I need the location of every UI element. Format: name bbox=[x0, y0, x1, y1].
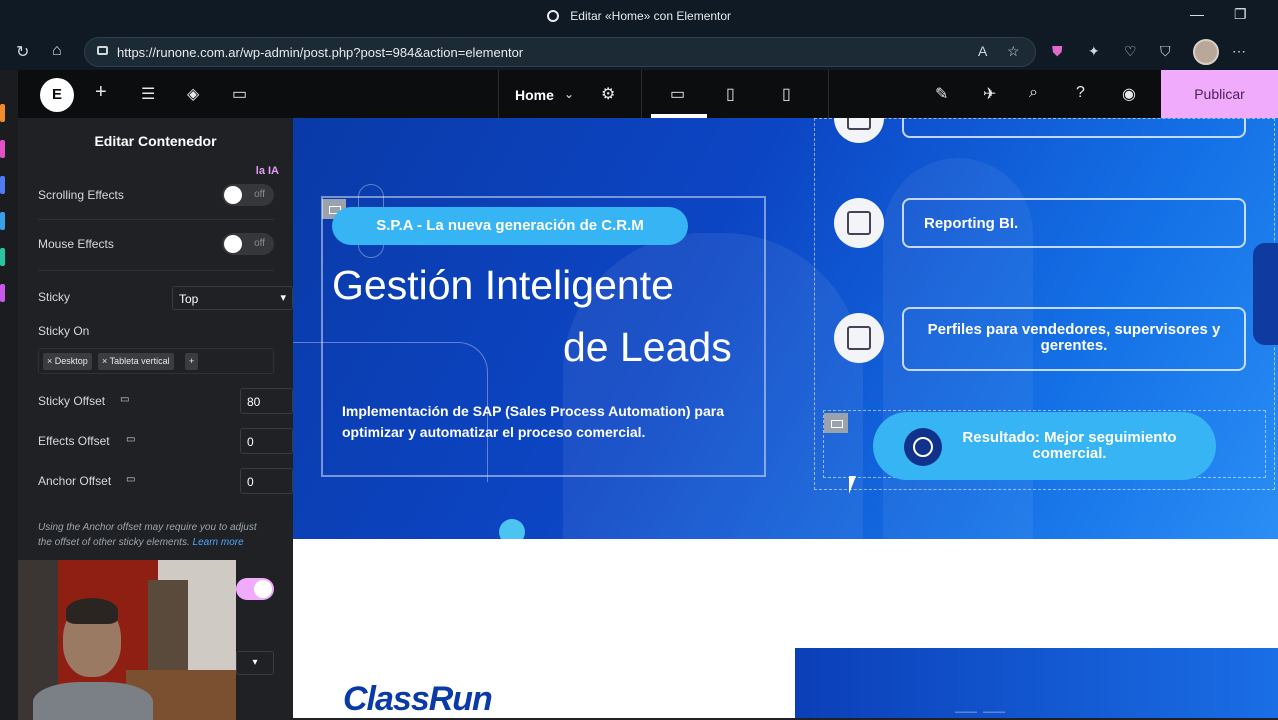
site-settings-icon[interactable]: ☰ bbox=[141, 84, 155, 104]
sticky-label: Sticky bbox=[38, 290, 71, 304]
effects-offset-input[interactable]: 0 bbox=[240, 428, 293, 454]
responsive-monitor-icon[interactable]: ▭ bbox=[126, 474, 135, 485]
editor-canvas[interactable]: S.P.A - La nueva generación de C.R.M Ges… bbox=[293, 118, 1278, 718]
sticky-on-row: Sticky On bbox=[38, 320, 274, 342]
more-menu-icon[interactable]: ⋯ bbox=[1232, 43, 1246, 60]
webcam-overlay bbox=[18, 560, 236, 720]
sticky-offset-input[interactable]: 80 bbox=[240, 388, 293, 414]
learn-more-link[interactable]: Learn more bbox=[193, 537, 244, 548]
effects-offset-row: Effects Offset ▭ 0 bbox=[38, 428, 293, 454]
settings-icon bbox=[847, 118, 871, 130]
classrun-logo: ClassRun bbox=[343, 680, 493, 718]
read-aloud-icon[interactable]: A bbox=[978, 43, 987, 59]
sticky-on-label: Sticky On bbox=[38, 324, 90, 338]
responsive-monitor-icon[interactable]: ▭ bbox=[120, 394, 129, 405]
publish-button[interactable]: Publicar bbox=[1161, 70, 1278, 118]
effects-offset-label: Effects Offset bbox=[38, 434, 110, 448]
sticky-offset-row: Sticky Offset ▭ 80 bbox=[38, 388, 293, 414]
feature-profiles[interactable]: Perfiles para vendedores, supervisores y… bbox=[902, 307, 1246, 371]
preview-eye-icon[interactable]: ◉ bbox=[1122, 84, 1136, 104]
heading-line-1[interactable]: Gestión Inteligente bbox=[332, 262, 674, 309]
desktop-edge bbox=[0, 70, 18, 720]
tagline-pill[interactable]: S.P.A - La nueva generación de C.R.M bbox=[332, 207, 688, 245]
mouse-effects-row: Mouse Effects off bbox=[38, 233, 274, 255]
feature-reporting-bi[interactable]: Reporting BI. bbox=[902, 198, 1246, 248]
reload-icon[interactable]: ↻ bbox=[16, 42, 29, 62]
caret-down-icon: ▾ bbox=[280, 292, 286, 304]
notifications-rocket-icon[interactable]: ✈ bbox=[983, 84, 996, 104]
tag-tablet[interactable]: × Tableta vertical bbox=[98, 353, 174, 370]
mouse-effects-label: Mouse Effects bbox=[38, 237, 114, 251]
browser-titlebar: Editar «Home» con Elementor — ❐ bbox=[0, 0, 1278, 34]
structure-layers-icon[interactable]: ◈ bbox=[187, 84, 199, 104]
add-element-icon[interactable]: + bbox=[95, 81, 107, 104]
ai-link[interactable]: la IA bbox=[256, 165, 279, 177]
panel-title: Editar Contenedor bbox=[94, 133, 217, 149]
heading-line-2[interactable]: de Leads bbox=[563, 324, 732, 371]
anchor-offset-row: Anchor Offset ▭ 0 bbox=[38, 468, 293, 494]
lower-blue-section[interactable]: — — bbox=[795, 648, 1278, 718]
search-icon[interactable]: ⌕ bbox=[1029, 84, 1038, 102]
mobile-device-icon[interactable]: ▯ bbox=[782, 84, 791, 104]
favorite-star-icon[interactable]: ☆ bbox=[1007, 43, 1020, 60]
elementor-topbar: E + ☰ ◈ ▭ Home ⌄ ⚙ ▭ ▯ ▯ ✎ ✈ ⌕ ? ◉ Publi… bbox=[18, 70, 1278, 118]
canvas-scroll-handle[interactable] bbox=[1253, 243, 1278, 345]
panel-toggle-on[interactable] bbox=[236, 578, 274, 600]
health-icon[interactable]: ♡ bbox=[1124, 43, 1137, 60]
extension-shield-icon[interactable]: ⛊ bbox=[1052, 43, 1063, 60]
extension-puzzle-icon[interactable]: ✦ bbox=[1088, 43, 1100, 60]
scrolling-effects-row: Scrolling Effects off bbox=[38, 184, 274, 206]
feature-icon-circle bbox=[834, 198, 884, 248]
sticky-row: Sticky Top ▾ bbox=[38, 286, 293, 310]
help-icon[interactable]: ? bbox=[1076, 84, 1085, 102]
comments-icon[interactable]: ▭ bbox=[232, 84, 247, 104]
tablet-device-icon[interactable]: ▯ bbox=[726, 84, 735, 104]
lock-icon bbox=[97, 46, 108, 55]
anchor-offset-note: Using the Anchor offset may require you … bbox=[38, 522, 257, 548]
sticky-on-tags[interactable]: × Desktop × Tableta vertical + bbox=[38, 348, 274, 374]
result-badge-icon bbox=[904, 428, 942, 466]
tag-desktop[interactable]: × Desktop bbox=[43, 353, 92, 370]
home-icon[interactable]: ⌂ bbox=[52, 42, 62, 60]
responsive-monitor-icon[interactable]: ▭ bbox=[126, 434, 135, 445]
feature-icon-circle bbox=[834, 313, 884, 363]
browser-toolbar: ↻ ⌂ https://runone.com.ar/wp-admin/post.… bbox=[0, 34, 1278, 70]
add-tag-button[interactable]: + bbox=[185, 353, 199, 370]
profile-avatar[interactable] bbox=[1193, 39, 1219, 65]
window-title: Editar «Home» con Elementor bbox=[570, 9, 732, 23]
chevron-down-icon[interactable]: ⌄ bbox=[564, 87, 574, 101]
sticky-select[interactable]: Top ▾ bbox=[172, 286, 293, 310]
document-name[interactable]: Home bbox=[515, 87, 554, 103]
mouse-effects-toggle[interactable]: off bbox=[222, 233, 274, 255]
profiles-icon bbox=[847, 326, 871, 350]
panel-small-select[interactable]: ▾ bbox=[236, 651, 274, 675]
result-pill[interactable]: Resultado: Mejor seguimiento comercial. bbox=[873, 412, 1216, 480]
mouse-cursor-icon bbox=[849, 476, 856, 494]
tab-favicon-icon bbox=[546, 10, 559, 22]
anchor-offset-input[interactable]: 0 bbox=[240, 468, 293, 494]
hero-description[interactable]: Implementación de SAP (Sales Process Aut… bbox=[342, 401, 742, 443]
sticky-offset-label: Sticky Offset bbox=[38, 394, 106, 408]
url-text[interactable]: https://runone.com.ar/wp-admin/post.php?… bbox=[117, 45, 523, 60]
hero-section[interactable]: S.P.A - La nueva generación de C.R.M Ges… bbox=[293, 118, 1278, 539]
scrolling-effects-toggle[interactable]: off bbox=[222, 184, 274, 206]
shield-icon[interactable]: ⛉ bbox=[1160, 43, 1171, 60]
scrolling-effects-label: Scrolling Effects bbox=[38, 188, 124, 202]
desktop-device-icon[interactable]: ▭ bbox=[670, 84, 685, 104]
chart-icon bbox=[847, 211, 871, 235]
feature-box-top[interactable] bbox=[902, 118, 1246, 138]
elementor-logo-icon[interactable]: E bbox=[40, 78, 74, 112]
container-handle-icon[interactable] bbox=[824, 413, 848, 433]
anchor-offset-label: Anchor Offset bbox=[38, 474, 112, 488]
restore-icon[interactable]: ❐ bbox=[1234, 6, 1247, 23]
site-launch-icon[interactable]: ✎ bbox=[935, 84, 948, 104]
page-settings-gear-icon[interactable]: ⚙ bbox=[601, 84, 615, 104]
minimize-icon[interactable]: — bbox=[1190, 6, 1204, 22]
address-bar[interactable]: https://runone.com.ar/wp-admin/post.php?… bbox=[84, 37, 1036, 67]
